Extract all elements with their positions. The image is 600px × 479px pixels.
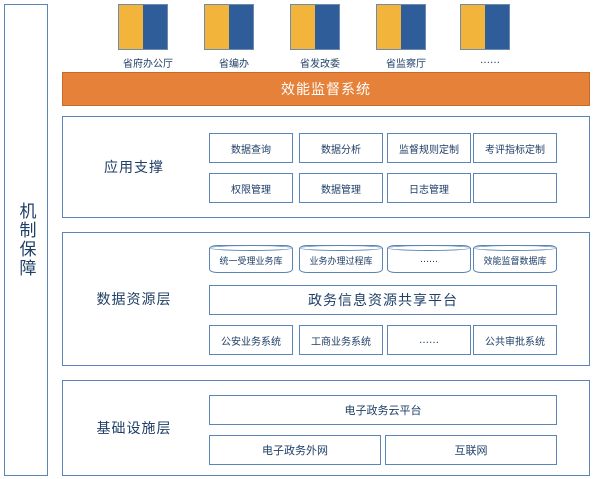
department-label: 省编办: [219, 59, 249, 70]
people-group-icon: [290, 4, 340, 50]
app-cell-evaluation-index: 考评指标定制: [473, 133, 557, 163]
department-label: 省发改委: [300, 59, 340, 70]
department-3: 省监察厅: [366, 4, 446, 70]
system-public-approval: 公共审批系统: [473, 325, 557, 355]
department-4: ……: [450, 4, 530, 70]
people-group-icon: [118, 4, 168, 50]
database-label: ……: [420, 255, 438, 265]
app-cell-empty: [473, 173, 557, 203]
data-resource-layer-label: 数据资源层: [96, 292, 172, 308]
database-label: 效能监督数据库: [483, 256, 547, 267]
department-2: 省发改委: [280, 4, 360, 70]
data-resource-layer-panel: 数据资源层 统一受理业务库 业务办理过程库 …… 效能监督数据库 政务信息资源共…: [62, 232, 590, 366]
app-cell-permission-management: 权限管理: [209, 173, 293, 203]
shared-platform: 政务信息资源共享平台: [209, 285, 557, 315]
efficiency-supervision-label: 效能监督系统: [281, 82, 371, 98]
app-cell-data-query: 数据查询: [209, 133, 293, 163]
department-1: 省编办: [194, 4, 274, 70]
infrastructure-layer-label: 基础设施层: [96, 421, 172, 437]
database-label: 业务办理过程库: [309, 256, 373, 267]
application-layer-panel: 应用支撑 数据查询 数据分析 监督规则定制 考评指标定制 权限管理 数据管理 日…: [62, 116, 590, 218]
mechanism-guarantee-panel: 机制保障: [4, 4, 48, 476]
application-layer-label: 应用支撑: [104, 160, 164, 176]
database-business-process: 业务办理过程库: [299, 245, 383, 273]
people-group-icon: [204, 4, 254, 50]
people-group-icon: [376, 4, 426, 50]
system-ellipsis: ……: [387, 325, 471, 355]
app-cell-supervision-rules: 监督规则定制: [387, 133, 471, 163]
database-efficiency-supervision: 效能监督数据库: [473, 245, 557, 273]
app-cell-data-analysis: 数据分析: [299, 133, 383, 163]
cloud-platform: 电子政务云平台: [209, 395, 557, 425]
database-label: 统一受理业务库: [219, 256, 283, 267]
app-cell-log-management: 日志管理: [387, 173, 471, 203]
department-label: ……: [480, 55, 500, 66]
people-group-icon: [460, 4, 510, 50]
database-unified-acceptance: 统一受理业务库: [209, 245, 293, 273]
system-industry-commerce: 工商业务系统: [299, 325, 383, 355]
department-0: 省府办公厅: [108, 4, 188, 70]
infrastructure-layer-panel: 基础设施层 电子政务云平台 电子政务外网 互联网: [62, 380, 590, 476]
system-public-security: 公安业务系统: [209, 325, 293, 355]
app-cell-data-management: 数据管理: [299, 173, 383, 203]
department-label: 省监察厅: [386, 59, 426, 70]
efficiency-supervision-bar: 效能监督系统: [62, 72, 590, 106]
department-label: 省府办公厅: [123, 59, 173, 70]
network-internet: 互联网: [385, 435, 557, 465]
network-government-extranet: 电子政务外网: [209, 435, 381, 465]
database-ellipsis: ……: [387, 245, 471, 273]
mechanism-guarantee-label: 机制保障: [15, 202, 36, 278]
